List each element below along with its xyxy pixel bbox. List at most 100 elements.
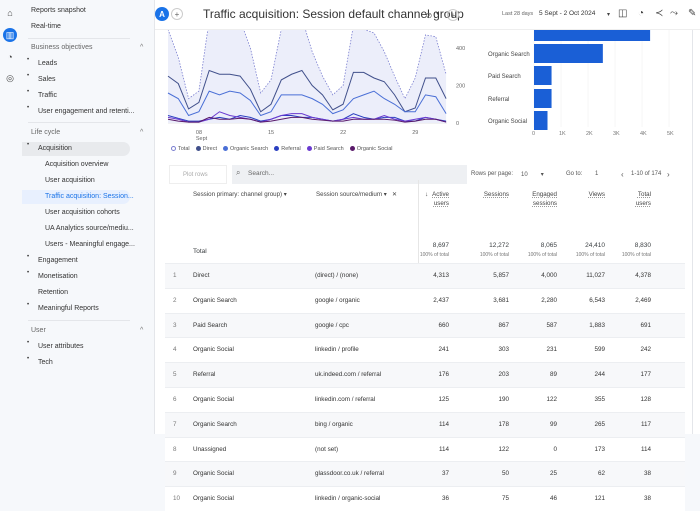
column-header[interactable]: Engaged sessions xyxy=(507,190,557,208)
nav-acquisition-item[interactable]: Traffic acquisition: Session... xyxy=(45,190,155,204)
table-row[interactable]: 2 Organic Search google / organic 2,437 3,68… xyxy=(165,287,685,313)
nav-business-item[interactable]: User engagement and retenti... xyxy=(38,105,148,119)
legend-item[interactable]: Organic Social xyxy=(349,146,393,152)
expand-bullet-icon[interactable]: • xyxy=(27,356,29,362)
dimension-1-header[interactable]: Session primary: channel group) ▾ xyxy=(193,190,287,199)
bar-organic-social[interactable] xyxy=(534,111,548,130)
rows-per-page-select[interactable]: 10 ▾ xyxy=(521,171,544,191)
chevron-up-icon[interactable]: ^ xyxy=(140,327,143,334)
bar-referral[interactable] xyxy=(534,89,552,108)
advertising-icon[interactable]: ◎ xyxy=(3,71,17,85)
expand-bullet-icon[interactable]: • xyxy=(27,105,29,111)
title-dropdown-icon[interactable]: ▾ xyxy=(436,10,439,17)
x-tick-label: 3K xyxy=(613,131,620,137)
expand-bullet-icon[interactable]: • xyxy=(27,89,29,95)
nav-business-item[interactable]: Leads xyxy=(38,57,148,71)
goto-input[interactable]: 1 xyxy=(595,171,598,191)
nav-business-item[interactable]: Sales xyxy=(38,73,148,87)
bar-category-label: Paid Search xyxy=(488,74,521,80)
plot-rows-button[interactable]: Plot rows xyxy=(169,165,227,184)
nav-business-item[interactable]: Traffic xyxy=(38,89,148,103)
expand-bullet-icon[interactable]: • xyxy=(27,73,29,79)
nav-lifecycle-item[interactable]: Monetisation xyxy=(38,270,148,284)
column-header[interactable]: Active users xyxy=(399,190,449,208)
bar-direct[interactable] xyxy=(534,30,651,41)
prev-page-icon[interactable]: ‹ xyxy=(621,170,624,190)
date-dropdown-icon[interactable]: ▾ xyxy=(607,11,610,18)
y-tick-label: 0 xyxy=(456,121,459,127)
nav-acquisition[interactable]: Acquisition xyxy=(38,142,148,156)
expand-bullet-icon[interactable]: • xyxy=(27,142,29,148)
row-metric: 50 xyxy=(501,470,509,478)
nav-acquisition-item[interactable]: User acquisition cohorts xyxy=(45,206,155,220)
nav-lifecycle-item[interactable]: Engagement xyxy=(38,254,148,268)
dimension-2-header[interactable]: Session source/medium ▾ ✕ xyxy=(316,190,397,199)
next-page-icon[interactable]: › xyxy=(667,170,670,190)
row-index: 8 xyxy=(173,445,177,453)
nav-lifecycle-item[interactable]: Meaningful Reports xyxy=(38,302,148,316)
legend-label: Paid Search xyxy=(313,146,344,152)
table-row[interactable]: 7 Organic Search bing / organic 114 178 99 265… xyxy=(165,411,685,437)
remove-dimension-icon[interactable]: ✕ xyxy=(392,191,397,198)
row-channel: Organic Social xyxy=(193,470,234,478)
column-header[interactable]: Views xyxy=(555,190,605,199)
share-icon[interactable]: ≺ xyxy=(655,8,663,19)
nav-user-item[interactable]: Tech xyxy=(38,356,148,370)
section-business-objectives[interactable]: Business objectives xyxy=(31,41,141,55)
table-row[interactable]: 4 Organic Social linkedin / profile 241 303 2… xyxy=(165,337,685,363)
row-metric: 660 xyxy=(438,321,449,329)
bar-organic-search[interactable] xyxy=(534,44,603,63)
table-row[interactable]: 5 Referral uk.indeed.com / referral 176 203 8… xyxy=(165,362,685,387)
row-source-medium: google / cpc xyxy=(315,321,349,329)
nav-acquisition-item[interactable]: Users - Meaningful engage... xyxy=(45,238,155,252)
add-icon[interactable]: + xyxy=(447,9,459,21)
explore-icon[interactable]: ◔ xyxy=(3,50,17,64)
table-row[interactable]: 3 Paid Search google / cpc 660 867 587 1,883 69… xyxy=(165,312,685,338)
row-metric: 89 xyxy=(549,371,557,379)
trend-icon[interactable]: ⤳ xyxy=(670,8,678,19)
table-row[interactable]: 6 Organic Social linkedin.com / referral 12… xyxy=(165,387,685,412)
section-user[interactable]: User xyxy=(31,324,141,338)
legend-item[interactable]: Total xyxy=(171,146,190,152)
table-row[interactable]: 1 Direct (direct) / (none) 4,313 5,857 4,000 1… xyxy=(165,263,685,288)
edit-icon[interactable]: ✎ xyxy=(688,8,696,19)
bar-paid-search[interactable] xyxy=(534,66,552,85)
row-metric: 303 xyxy=(498,346,509,354)
table-row[interactable]: 9 Organic Social glassdoor.co.uk / referra… xyxy=(165,461,685,487)
chevron-up-icon[interactable]: ^ xyxy=(140,129,143,136)
search-input[interactable]: ⌕ Search... xyxy=(232,165,467,184)
compare-icon[interactable]: ◫ xyxy=(618,8,627,19)
column-header[interactable]: Sessions xyxy=(459,190,509,199)
legend-item[interactable]: Direct xyxy=(195,146,217,152)
property-badge[interactable]: A xyxy=(155,7,169,21)
section-life-cycle[interactable]: Life cycle xyxy=(31,126,141,140)
table-row[interactable]: 8 Unassigned (not set) 114 122 0 173 114 xyxy=(165,436,685,462)
expand-bullet-icon[interactable]: • xyxy=(27,270,29,276)
insights-icon[interactable]: ◔ xyxy=(638,8,644,19)
table-row[interactable]: 10 Organic Social linkedin / organic-socia… xyxy=(165,486,685,511)
chevron-up-icon[interactable]: ^ xyxy=(140,44,143,51)
row-channel: Referral xyxy=(193,371,216,379)
add-comparison-icon[interactable]: + xyxy=(171,8,183,20)
nav-acquisition-item[interactable]: Acquisition overview xyxy=(45,158,155,172)
expand-bullet-icon[interactable]: • xyxy=(27,254,29,260)
legend-item[interactable]: Organic Search xyxy=(223,146,268,152)
row-metric: 173 xyxy=(594,445,605,453)
home-icon[interactable]: ⌂ xyxy=(3,6,17,20)
nav-reports-snapshot[interactable]: Reports snapshot xyxy=(31,4,141,18)
legend-item[interactable]: Paid Search xyxy=(306,146,344,152)
nav-user-item[interactable]: User attributes xyxy=(38,340,148,354)
reports-icon[interactable]: ▥ xyxy=(3,28,17,42)
nav-acquisition-item[interactable]: User acquisition xyxy=(45,174,155,188)
check-circle-icon[interactable]: ⊘ xyxy=(423,9,435,21)
legend-item[interactable]: Referral xyxy=(274,146,301,152)
nav-lifecycle-item[interactable]: Retention xyxy=(38,286,148,300)
expand-bullet-icon[interactable]: • xyxy=(27,340,29,346)
expand-bullet-icon[interactable]: • xyxy=(27,302,29,308)
nav-acquisition-item[interactable]: UA Analytics source/mediu... xyxy=(45,222,155,236)
chart-legend: Total Direct Organic Search Referral Paid Se… xyxy=(171,146,393,152)
expand-bullet-icon[interactable]: • xyxy=(27,57,29,63)
nav-realtime[interactable]: Real-time xyxy=(31,20,141,34)
date-range-picker[interactable]: 5 Sept - 2 Oct 2024 xyxy=(539,10,595,17)
column-header[interactable]: Total users xyxy=(601,190,651,208)
